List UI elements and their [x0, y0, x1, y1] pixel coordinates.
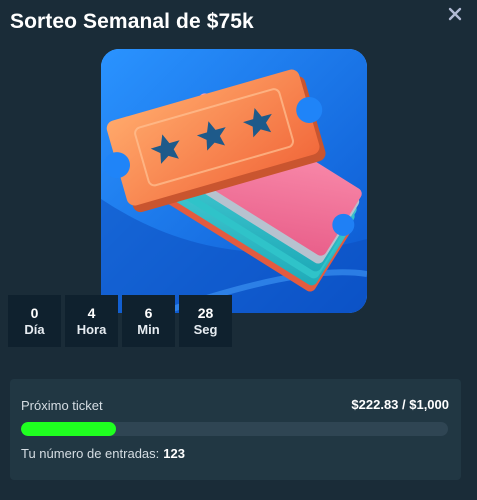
countdown-unit: Hora — [76, 322, 107, 337]
ticket-progress-card: Próximo ticket $222.83 / $1,000 Tu númer… — [10, 379, 461, 480]
entries-label: Tu número de entradas: — [21, 446, 160, 461]
close-button[interactable] — [445, 4, 465, 24]
next-ticket-label: Próximo ticket — [21, 398, 103, 413]
countdown-value: 0 — [30, 305, 39, 321]
raffle-tickets-illustration — [101, 49, 367, 313]
modal-title: Sorteo Semanal de $75k — [10, 10, 254, 33]
countdown-minutes: 6 Min — [122, 295, 175, 347]
close-icon — [448, 7, 462, 21]
countdown-seconds: 28 Seg — [179, 295, 232, 347]
raffle-hero-image — [101, 49, 367, 313]
entries-value: 123 — [163, 446, 185, 461]
wager-progress-amount: $222.83 / $1,000 — [351, 397, 449, 412]
countdown-value: 28 — [197, 305, 214, 321]
countdown-value: 4 — [87, 305, 96, 321]
countdown-value: 6 — [144, 305, 153, 321]
modal-header: Sorteo Semanal de $75k — [0, 0, 477, 50]
entries-count: Tu número de entradas: 123 — [21, 446, 185, 461]
countdown-unit: Min — [137, 322, 160, 337]
countdown-unit: Día — [24, 322, 45, 337]
countdown-hours: 4 Hora — [65, 295, 118, 347]
ticket-progress-fill — [21, 422, 117, 436]
countdown-unit: Seg — [193, 322, 218, 337]
ticket-progress-bar — [21, 422, 448, 436]
countdown-days: 0 Día — [8, 295, 61, 347]
countdown-timer: 0 Día 4 Hora 6 Min 28 Seg — [8, 295, 232, 347]
